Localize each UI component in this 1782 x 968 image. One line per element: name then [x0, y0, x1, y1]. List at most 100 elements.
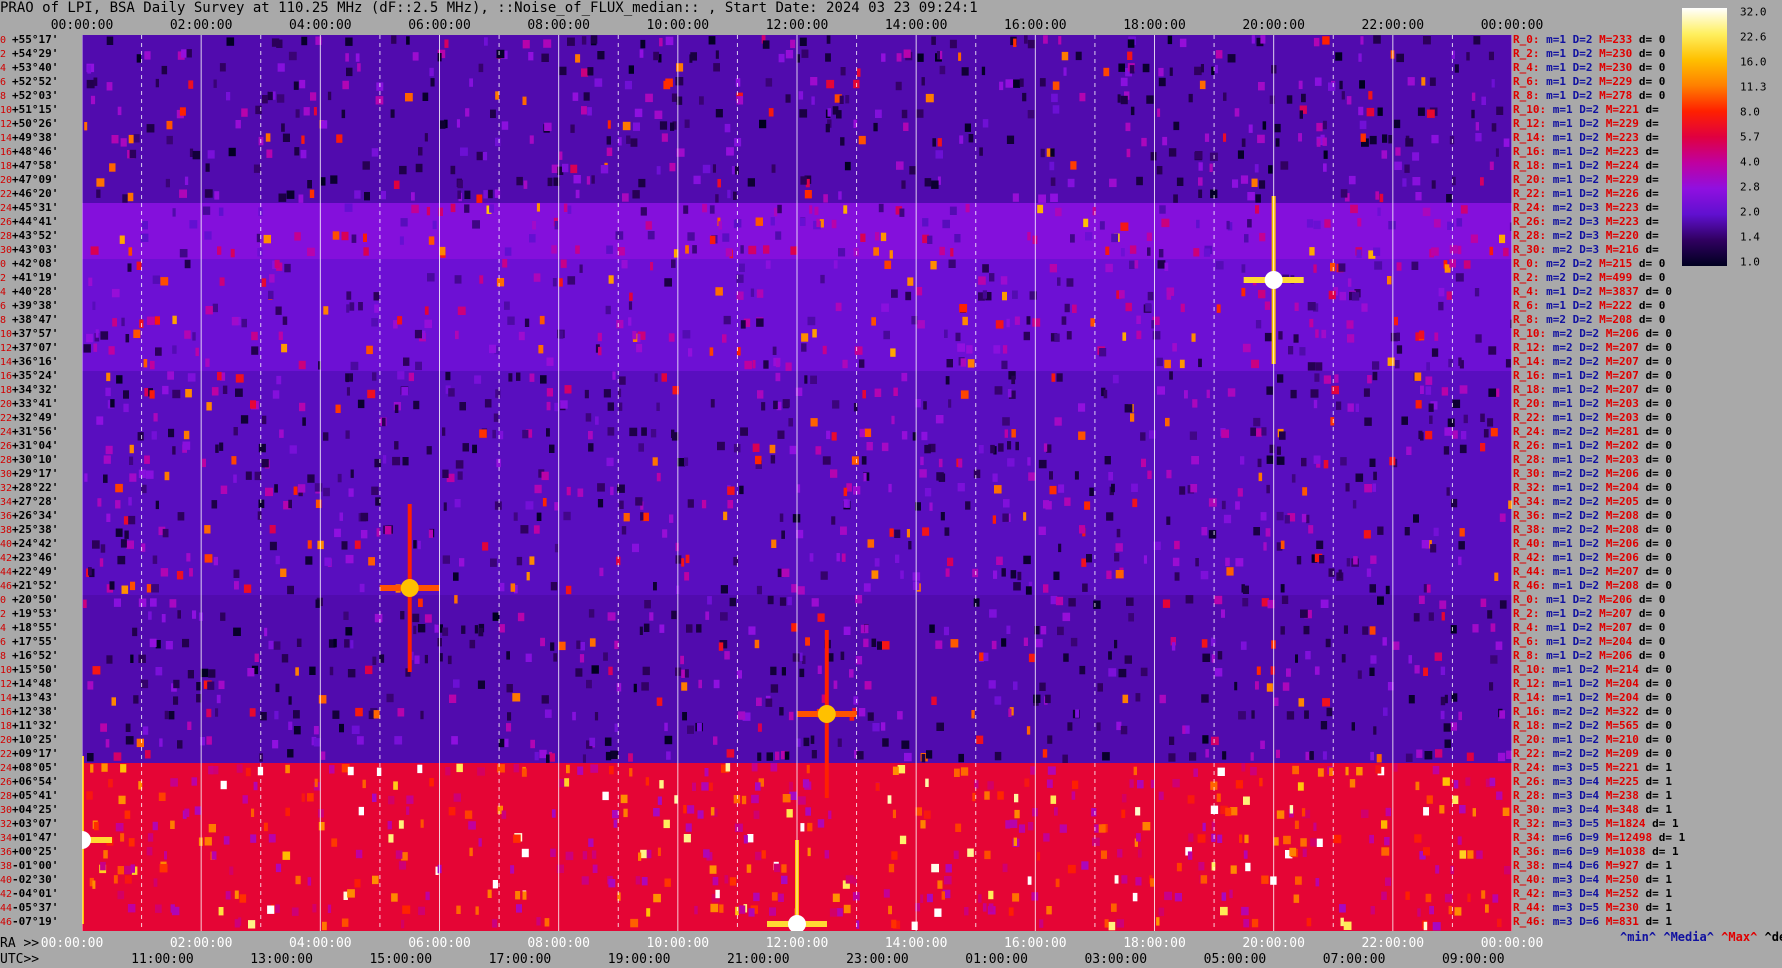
heatmap-cell: [1223, 514, 1232, 524]
heatmap-cell: [1190, 484, 1198, 493]
heatmap-cell: [474, 625, 479, 634]
stat-r: R_18:: [1513, 719, 1553, 732]
heatmap-cell: [712, 876, 719, 886]
top-tick-label: 06:00:00: [408, 18, 471, 33]
heatmap-cell: [738, 905, 746, 914]
heatmap-cell: [515, 891, 521, 900]
stat-m: m=1: [1552, 103, 1580, 116]
heatmap-cell: [1313, 264, 1317, 273]
heatmap-cell: [1211, 821, 1216, 830]
heatmap-cell: [994, 485, 1002, 494]
heatmap-cell: [1201, 527, 1208, 536]
heatmap-cell: [1395, 147, 1401, 156]
heatmap-cell: [723, 511, 728, 521]
heatmap-cell: [280, 568, 287, 577]
dec-index: 46: [0, 917, 13, 928]
heatmap-cell: [937, 880, 943, 889]
heatmap-cell: [90, 95, 96, 105]
heatmap-cell: [507, 712, 512, 721]
heatmap-cell: [1084, 501, 1091, 510]
heatmap-cell: [216, 694, 221, 704]
heatmap-cell: [597, 499, 604, 508]
heatmap-cell: [288, 51, 297, 61]
stat-row: R_6: m=1 D=2 M=204 d= 0: [1513, 635, 1665, 648]
heatmap-cell: [565, 585, 572, 595]
stat-M: M=207: [1605, 369, 1646, 382]
heatmap-cell: [809, 205, 813, 214]
stat-D: D=4: [1579, 789, 1606, 802]
heatmap-cell: [204, 837, 212, 846]
heatmap-cell: [92, 666, 101, 675]
heatmap-cell: [619, 500, 624, 509]
heatmap-cell: [774, 207, 778, 217]
heatmap-cell: [350, 361, 359, 371]
stat-r: R_24:: [1513, 425, 1553, 438]
heatmap-cell: [1346, 558, 1351, 567]
stat-r: R_12:: [1513, 117, 1553, 130]
stat-d: d= 0: [1645, 481, 1673, 494]
heatmap-cell: [382, 455, 387, 464]
heatmap-cell: [958, 52, 962, 61]
heatmap-cell: [469, 639, 476, 649]
heatmap-cell: [1389, 456, 1396, 466]
dec-value: +40°28': [12, 285, 59, 298]
heatmap-cell: [1198, 862, 1205, 871]
heatmap-cell: [1322, 751, 1327, 760]
stat-D: D=3: [1579, 229, 1606, 242]
heatmap-cell: [936, 722, 944, 731]
heatmap-cell: [1256, 428, 1262, 437]
heatmap-cell: [670, 122, 675, 131]
heatmap-cell: [1054, 417, 1062, 426]
heatmap-cell: [590, 764, 599, 773]
colorbar-label: 8.0: [1740, 105, 1760, 119]
heatmap-cell: [566, 764, 570, 774]
heatmap-cell: [1174, 540, 1180, 550]
stat-M: M=233: [1599, 33, 1639, 46]
heatmap-cell: [1432, 922, 1441, 931]
heatmap-cell: [1234, 681, 1238, 691]
heatmap-cell: [712, 164, 716, 173]
heatmap-cell: [454, 275, 462, 284]
heatmap-cell: [1147, 247, 1151, 256]
dec-index: 14: [0, 693, 13, 704]
heatmap-cell: [814, 206, 819, 216]
heatmap-cell: [1157, 108, 1161, 117]
heatmap-cell: [938, 458, 943, 468]
heatmap-cell: [1198, 358, 1202, 368]
stat-m: m=3: [1552, 901, 1580, 914]
heatmap-cell: [299, 79, 306, 89]
stat-M: M=203: [1605, 453, 1646, 466]
heatmap-cell: [1043, 443, 1048, 452]
heatmap-cell: [403, 357, 410, 366]
heatmap-cell: [149, 390, 155, 399]
dec-index: 4: [0, 287, 7, 298]
heatmap-cell: [136, 54, 141, 63]
heatmap-cell: [675, 555, 682, 564]
heatmap-cell: [1106, 570, 1112, 579]
heatmap-cell: [1070, 234, 1075, 243]
heatmap-cell: [1489, 246, 1494, 256]
heatmap-cell: [709, 235, 716, 245]
heatmap-cell: [1131, 483, 1138, 492]
heatmap-cell: [152, 821, 158, 831]
stat-D: D=2: [1579, 117, 1606, 130]
heatmap-cell: [1210, 637, 1216, 646]
heatmap-cell: [1005, 79, 1014, 88]
stat-m: m=1: [1552, 117, 1580, 130]
stat-d: d= 0: [1645, 733, 1673, 746]
heatmap-cell: [155, 347, 162, 356]
stat-D: D=2: [1579, 453, 1606, 466]
heatmap-cell: [961, 67, 969, 76]
heatmap-cell: [854, 346, 863, 355]
heatmap-cell: [1458, 357, 1462, 366]
heatmap-cell: [941, 891, 945, 900]
heatmap-cell: [1063, 653, 1069, 662]
heatmap-cell: [687, 232, 695, 241]
heatmap-cell: [992, 515, 996, 524]
colorbar-label: 32.0: [1740, 5, 1767, 19]
heatmap-cell: [575, 245, 580, 254]
heatmap-cell: [320, 177, 326, 186]
heatmap-cell: [867, 539, 875, 548]
stat-r: R_20:: [1513, 733, 1553, 746]
stat-M: M=210: [1605, 733, 1646, 746]
